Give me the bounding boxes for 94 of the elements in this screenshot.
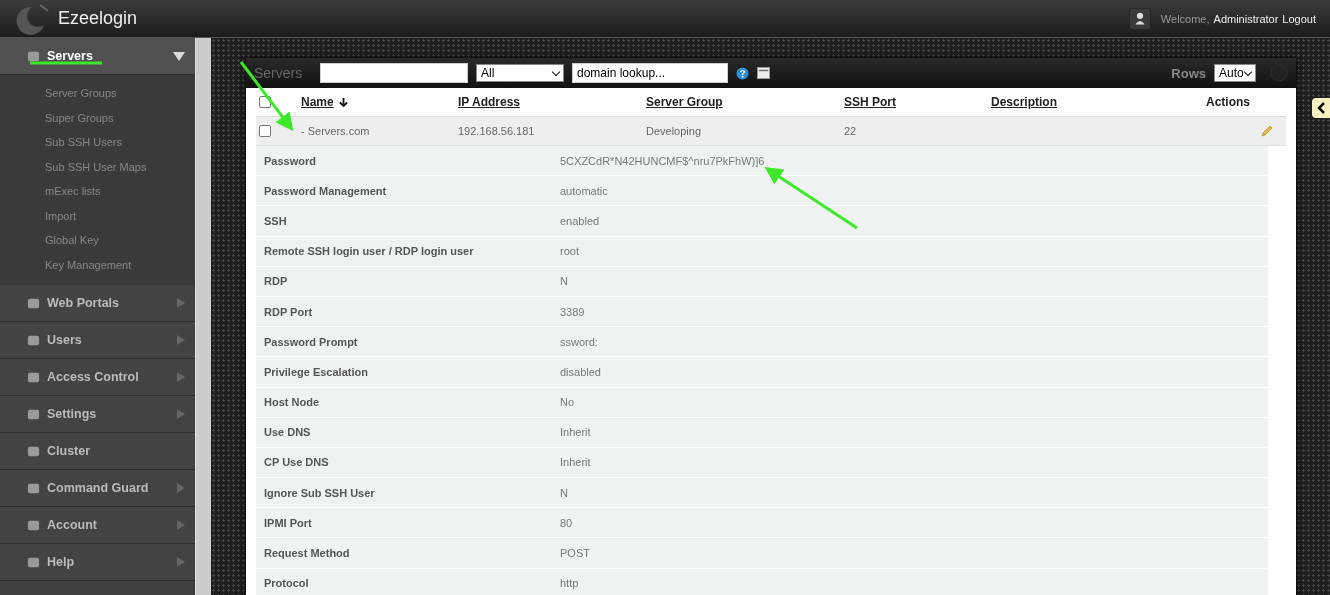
menu-icon [27,370,40,384]
sort-arrow-icon [338,96,348,108]
collapse-tab[interactable] [1312,98,1330,118]
detail-label: CP Use DNS [264,456,330,469]
submenu-item[interactable]: Super Groups [0,105,195,130]
detail-label: IPMI Port [264,516,313,529]
menu-icon [27,407,40,421]
annotation-underline [30,61,102,65]
caret-icon [177,520,185,530]
detail-value: 5CXZCdR*N42HUNCMF$^nru7PkFhW)]6 [560,154,766,167]
detail-label: RDP Port [264,305,314,318]
detail-label: Protocol [264,577,310,590]
detail-value: root [560,245,580,258]
caret-icon [177,372,185,382]
row-checkbox[interactable] [259,125,271,137]
table-cell-text: Developing [646,125,703,137]
detail-label: Host Node [264,396,320,409]
detail-value: 3389 [560,305,586,318]
table-cell-text: 22 [844,125,858,137]
caret-icon [173,51,185,61]
detail-value: disabled [560,365,602,378]
table-row[interactable]: - Servers.com 192.168.56.181 Developing 22 [256,117,1286,146]
caret-icon [177,483,185,493]
caret-icon [177,409,185,419]
username-link[interactable]: Administrator [1213,12,1279,25]
image-icon[interactable] [757,66,770,80]
detail-value: POST [560,547,591,560]
detail-label: Password [264,154,317,167]
detail-label: Ignore Sub SSH User [264,486,376,499]
welcome-text: Welcome, [1160,12,1210,25]
rows-dropdown[interactable]: Auto [1214,64,1256,82]
detail-label: Password Prompt [264,335,359,348]
submenu-item[interactable]: Import [0,203,195,228]
caret-icon [177,298,185,308]
submenu-item[interactable]: Key Management [0,252,195,277]
menu-icon [27,49,40,63]
help-icon[interactable] [736,66,749,80]
detail-value: enabled [560,214,601,227]
detail-label: Password Management [264,184,388,197]
submenu-item[interactable]: Sub SSH User Maps [0,154,195,179]
submenu-item[interactable]: Global Key [0,228,195,253]
column-header-link[interactable]: IP Address [458,95,521,109]
sidebar-item[interactable]: Account [0,507,195,544]
column-header-link[interactable]: SSH Port [844,95,896,109]
detail-value: N [560,486,569,499]
caret-icon [177,557,185,567]
submenu-item[interactable]: Sub SSH Users [0,130,195,155]
logout-link[interactable]: Logout [1282,12,1316,25]
detail-value: N [560,275,569,288]
detail-value: Inherit [560,426,592,439]
detail-value: http [560,577,580,590]
column-header-link[interactable]: Server Group [646,95,723,109]
table-cell-text: 192.168.56.181 [458,125,536,137]
detail-label: RDP [264,275,289,288]
sidebar-item[interactable]: Servers [0,38,195,75]
detail-value: 80 [560,516,574,529]
menu-icon [27,296,40,310]
sidebar-item[interactable]: Settings [0,396,195,433]
submenu-item[interactable]: Server Groups [0,81,195,106]
sidebar-item[interactable]: Web Portals [0,285,195,322]
menu-icon [27,518,40,532]
detail-value: Inherit [560,456,592,469]
sidebar-item[interactable]: Command Guard [0,470,195,507]
column-header: Actions [1206,95,1250,109]
search-field[interactable] [320,63,468,83]
menu-icon [27,481,40,495]
detail-value: No [560,396,576,409]
scrollbar[interactable] [195,38,211,595]
detail-value: ssword: [560,335,599,348]
detail-label: SSH [264,214,288,227]
table-cell-text: - Servers.com [301,125,371,137]
menu-icon [27,333,40,347]
submenu-item[interactable]: mExec lists [0,179,195,204]
app-title: Ezeelogin [58,8,138,29]
menu-icon [27,555,40,569]
sidebar-item[interactable]: Users [0,322,195,359]
filter-dropdown[interactable]: All [476,64,564,82]
menu-icon [27,444,40,458]
detail-label: Remote SSH login user / RDP login user [264,245,475,258]
column-header-link[interactable]: Name [301,95,348,109]
sidebar-item[interactable]: Access Control [0,359,195,396]
detail-label: Request Method [264,547,351,560]
sidebar-item[interactable]: Cluster [0,433,195,470]
user-icon[interactable] [1128,7,1151,30]
detail-value: automatic [560,184,609,197]
domain-lookup-field[interactable]: domain lookup... [572,63,728,83]
rows-label: Rows [1171,65,1206,81]
detail-label: Privilege Escalation [264,365,369,378]
caret-icon [177,335,185,345]
sidebar-item[interactable]: Help [0,544,195,581]
chevron-left-icon [1316,102,1326,114]
panel-title: Servers [254,65,304,81]
detail-label: Use DNS [264,426,312,439]
column-header-link[interactable]: Description [991,95,1057,109]
